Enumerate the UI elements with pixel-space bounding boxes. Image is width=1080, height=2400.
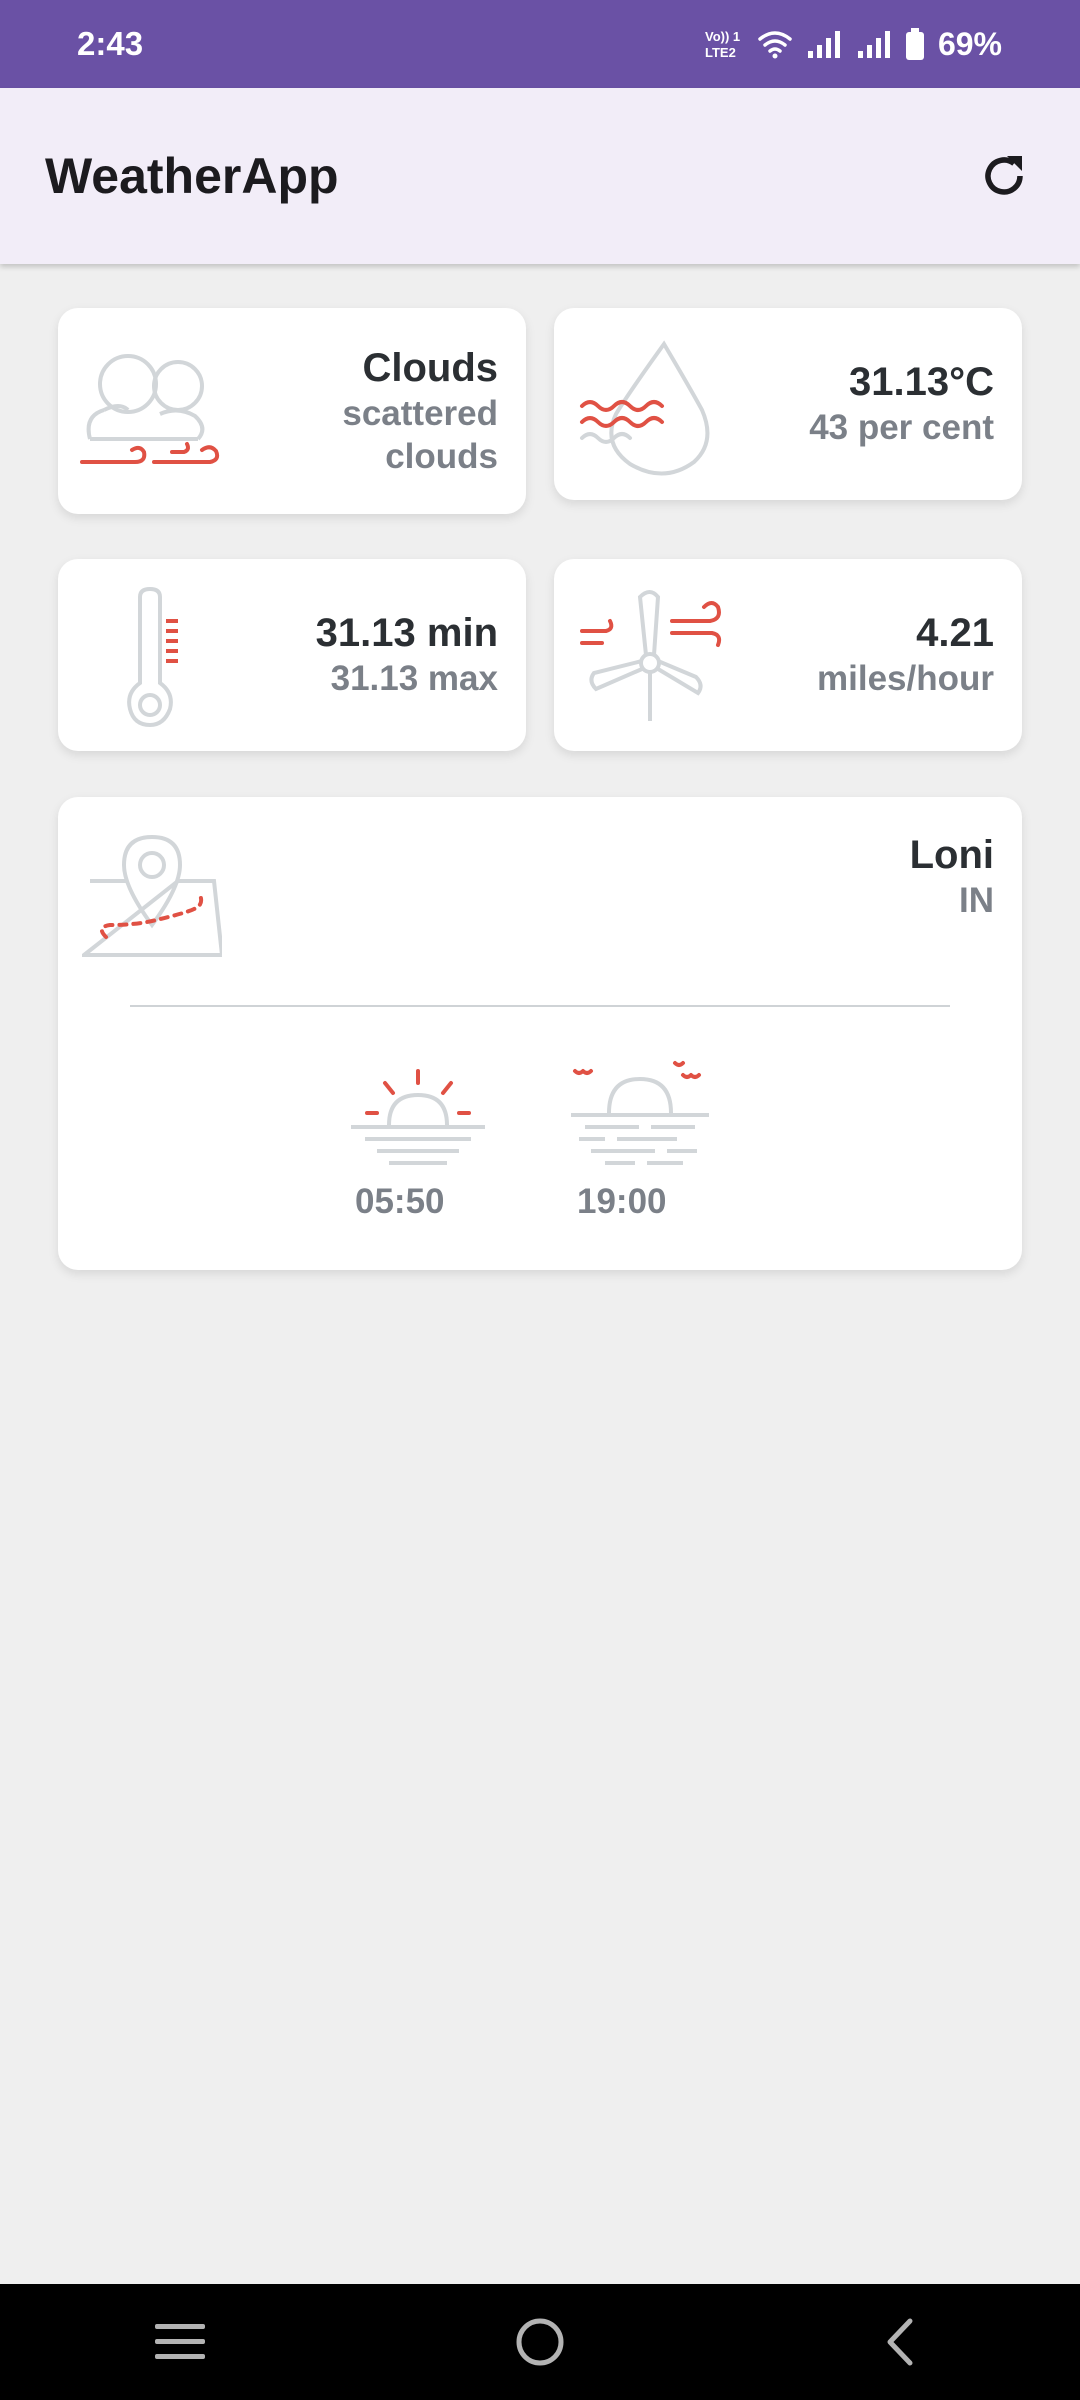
condition-description: scattered clouds: [342, 394, 498, 476]
temperature-text: 31.13°C 43 per cent: [734, 358, 994, 449]
status-time: 2:43: [77, 25, 144, 62]
city-name: Loni: [909, 833, 994, 877]
map-pin-icon: [82, 834, 222, 957]
refresh-icon: [985, 156, 1023, 195]
condition-card: Clouds scattered clouds: [58, 308, 526, 514]
app-title: WeatherApp: [45, 148, 339, 204]
wind-text: 4.21 miles/hour: [734, 609, 994, 700]
min-max-text: 31.13 min 31.13 max: [238, 609, 498, 700]
home-button[interactable]: [480, 2292, 600, 2392]
sunrise-time: 05:50: [355, 1182, 445, 1221]
app-bar: WeatherApp: [0, 88, 1080, 264]
temperature-value: 31.13°C: [849, 360, 994, 404]
back-button[interactable]: [840, 2292, 960, 2392]
condition-main: Clouds: [362, 346, 498, 390]
volte-label-top: Vo)) 1: [705, 29, 740, 44]
temp-max: 31.13 max: [330, 659, 498, 698]
volte-label-bottom: LTE2: [705, 45, 736, 60]
refresh-button[interactable]: [974, 146, 1034, 206]
temperature-card: 31.13°C 43 per cent: [554, 308, 1022, 500]
min-max-card: 31.13 min 31.13 max: [58, 559, 526, 751]
cloudy-windy-icon: [80, 354, 220, 464]
sunrise-block: 05:50: [343, 1067, 493, 1222]
humidity-icon: [580, 340, 710, 476]
location-card: Loni IN 05:50 19:00: [58, 797, 1022, 1270]
recent-apps-button[interactable]: [120, 2292, 240, 2392]
volte-icon: Vo)) 1 LTE2: [705, 29, 740, 60]
condition-text: Clouds scattered clouds: [268, 344, 498, 478]
home-circle-icon: [516, 2318, 564, 2366]
battery-percent: 69%: [937, 25, 1002, 62]
status-icons: Vo)) 1 LTE2 69%: [704, 26, 1002, 63]
sunrise-icon: [351, 1069, 485, 1165]
location-divider: [130, 1005, 950, 1007]
humidity-value: 43 per cent: [809, 408, 994, 447]
country-code: IN: [959, 881, 994, 920]
status-bar: 2:43 Vo)) 1 LTE2 69%: [0, 0, 1080, 88]
wifi-icon: [758, 31, 792, 59]
battery-icon: [905, 28, 924, 60]
navigation-bar: [0, 2284, 1080, 2400]
sunset-block: 19:00: [565, 1055, 715, 1222]
wind-speed: 4.21: [916, 611, 994, 655]
wind-card: 4.21 miles/hour: [554, 559, 1022, 751]
wind-unit: miles/hour: [817, 659, 994, 698]
temp-min: 31.13 min: [315, 611, 498, 655]
menu-icon: [155, 2324, 205, 2359]
wind-turbine-icon: [580, 590, 722, 721]
thermometer-icon: [127, 587, 178, 727]
signal-icon-2: [857, 31, 890, 58]
signal-icon-1: [807, 31, 840, 58]
sunset-icon: [571, 1061, 709, 1165]
sunset-time: 19:00: [577, 1182, 667, 1221]
back-chevron-icon: [887, 2318, 913, 2366]
location-text: Loni IN: [694, 831, 994, 922]
